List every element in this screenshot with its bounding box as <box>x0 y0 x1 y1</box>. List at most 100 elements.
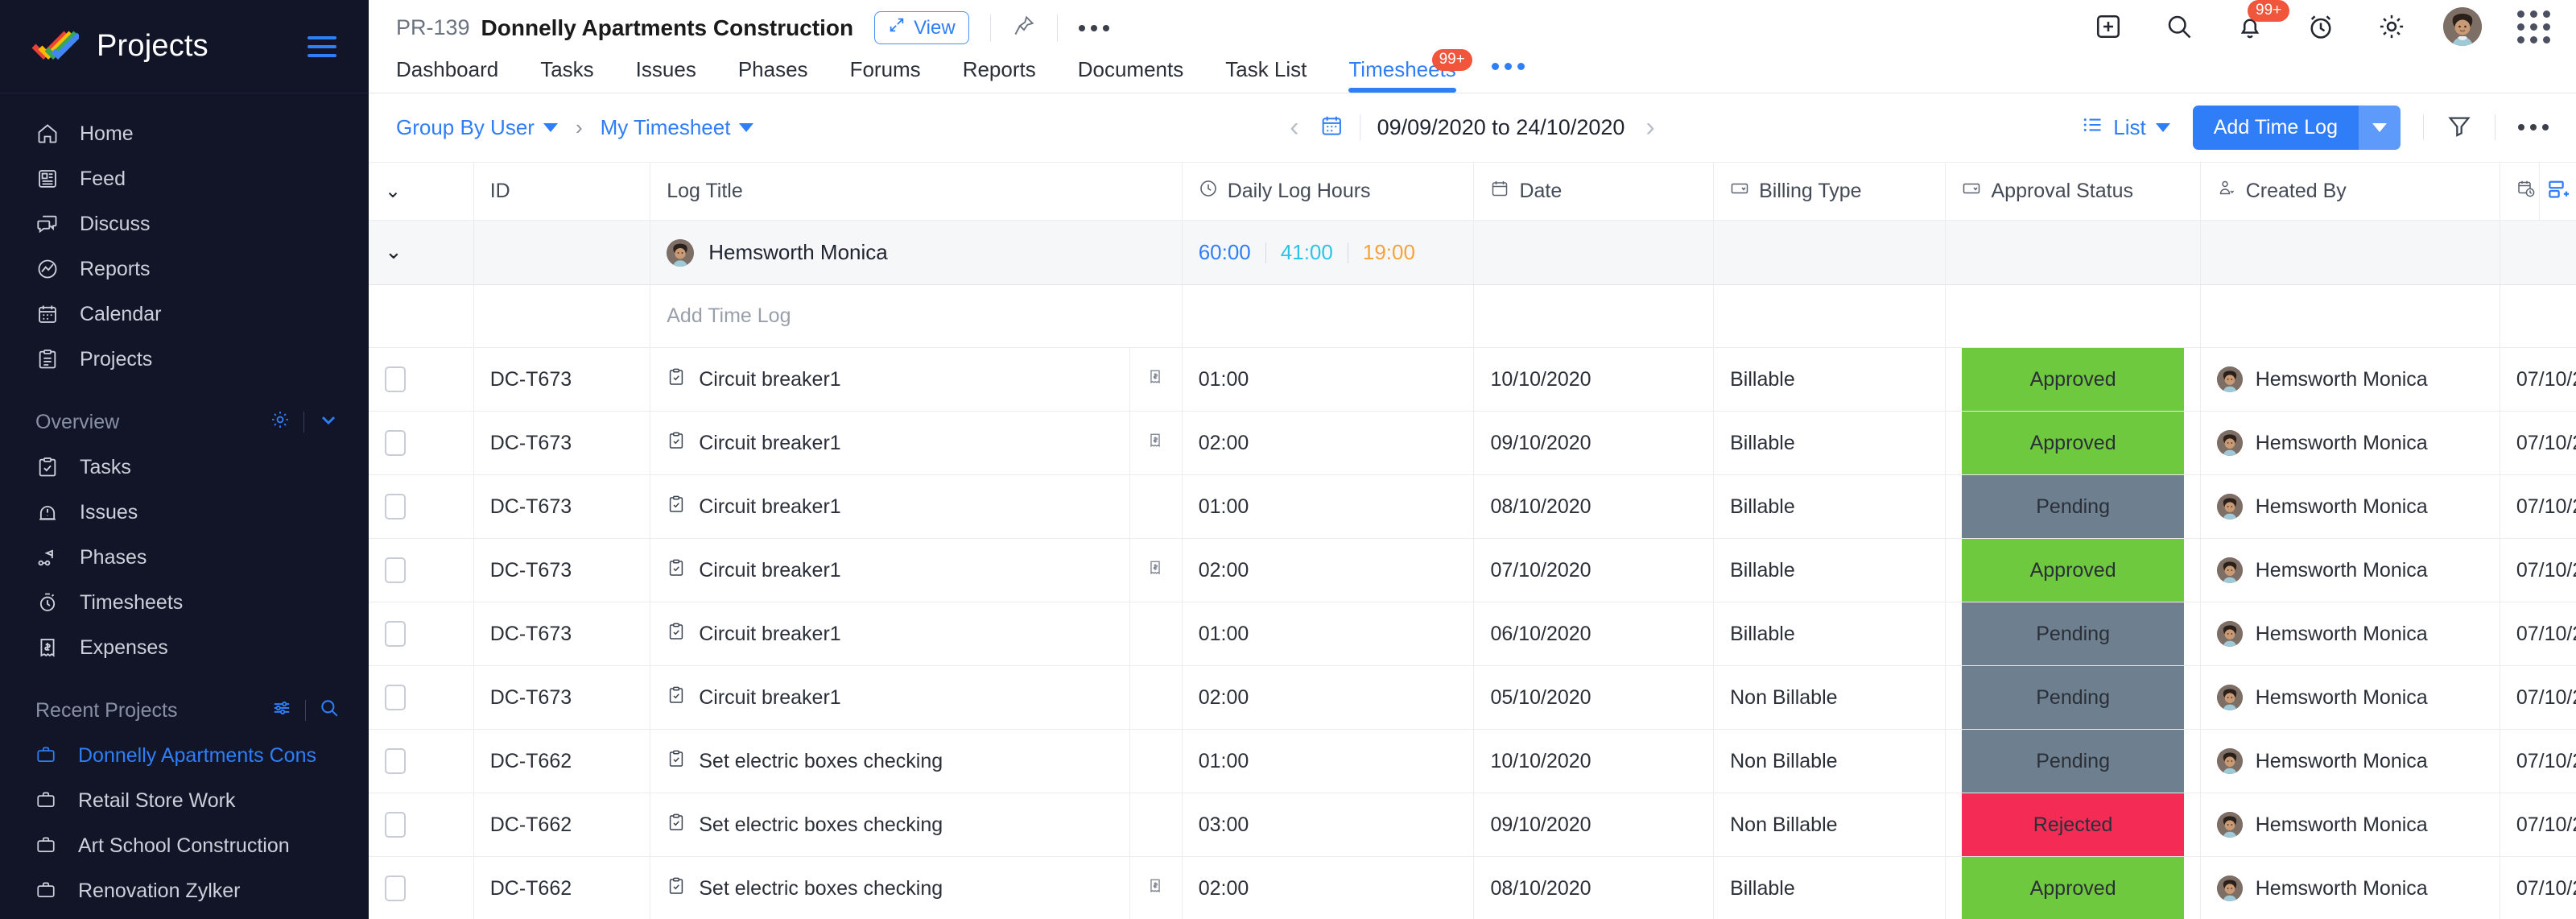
sidebar-item-reports[interactable]: Reports <box>0 246 369 292</box>
table-row[interactable]: DC-T673 Circuit breaker1 01:00 10/10/2020 Bi… <box>369 347 2576 412</box>
search-icon[interactable] <box>2162 10 2196 43</box>
row-billing-cell[interactable]: Billable <box>1713 538 1946 603</box>
list-view-dropdown[interactable]: List <box>2081 114 2170 142</box>
tab-forums[interactable]: Forums <box>829 57 942 93</box>
row-select-cell[interactable] <box>369 856 474 919</box>
row-billing-cell[interactable]: Billable <box>1713 411 1946 476</box>
add-icon[interactable] <box>2091 10 2125 43</box>
sidebar-item-projects[interactable]: Projects <box>0 337 369 382</box>
row-title-cell[interactable]: Set electric boxes checking <box>650 856 1130 919</box>
table-row[interactable]: DC-T662 Set electric boxes checking 01:00 1… <box>369 729 2576 794</box>
sidebar-project-renovation-zylker[interactable]: Renovation Zylker <box>0 868 369 913</box>
tab-timesheets[interactable]: Timesheets 99+ <box>1327 49 1476 93</box>
row-checkbox[interactable] <box>385 748 406 775</box>
search-icon[interactable] <box>319 698 340 724</box>
project-more-options-icon[interactable] <box>1078 24 1109 31</box>
row-approval-cell[interactable]: Pending <box>1945 729 2201 794</box>
row-select-cell[interactable] <box>369 665 474 731</box>
row-select-cell[interactable] <box>369 474 474 540</box>
row-checkbox[interactable] <box>385 430 406 457</box>
table-row[interactable]: DC-T673 Circuit breaker1 02:00 05/10/2020 No… <box>369 665 2576 731</box>
row-billing-cell[interactable]: Billable <box>1713 856 1946 919</box>
tab-task-list[interactable]: Task List <box>1204 57 1327 93</box>
tab-issues[interactable]: Issues <box>615 57 717 93</box>
sidebar-project-art-school-construction[interactable]: Art School Construction <box>0 823 369 868</box>
row-title-cell[interactable]: Set electric boxes checking <box>650 729 1130 794</box>
table-row[interactable]: DC-T662 Set electric boxes checking 03:00 0… <box>369 793 2576 858</box>
row-select-cell[interactable] <box>369 411 474 476</box>
tab-reports[interactable]: Reports <box>942 57 1057 93</box>
row-title-cell[interactable]: Circuit breaker1 <box>650 411 1130 476</box>
row-approval-cell[interactable]: Approved <box>1945 411 2201 476</box>
column-header-date[interactable]: Date <box>1473 162 1715 221</box>
table-row[interactable]: DC-T673 Circuit breaker1 01:00 06/10/2020 Bi… <box>369 602 2576 667</box>
row-billing-cell[interactable]: Billable <box>1713 474 1946 540</box>
avatar[interactable] <box>2443 7 2482 46</box>
sidebar-item-phases[interactable]: Phases <box>0 535 369 580</box>
next-period-button[interactable]: › <box>1641 114 1659 141</box>
add-column-button[interactable] <box>2539 162 2576 221</box>
timer-icon[interactable] <box>2304 10 2338 43</box>
sidebar-collapse-icon[interactable] <box>308 35 336 57</box>
row-select-cell[interactable] <box>369 793 474 858</box>
app-grid-icon[interactable] <box>2516 10 2550 43</box>
settings-gear-icon[interactable] <box>2375 10 2409 43</box>
table-row[interactable]: DC-T673 Circuit breaker1 02:00 09/10/2020 Bi… <box>369 411 2576 476</box>
sidebar-item-tasks[interactable]: Tasks <box>0 445 369 490</box>
row-checkbox[interactable] <box>385 366 406 393</box>
column-header-created-by[interactable]: Created By <box>2200 162 2500 221</box>
row-approval-cell[interactable]: Approved <box>1945 347 2201 412</box>
group-collapse-toggle[interactable]: ⌄ <box>369 220 474 286</box>
column-header-approval-status[interactable]: Approval Status <box>1945 162 2201 221</box>
table-row[interactable]: DC-T662 Set electric boxes checking 02:00 0… <box>369 856 2576 919</box>
timesheet-table-container[interactable]: ⌄ ID Log Title Daily Log Hours Date Bill… <box>369 162 2576 919</box>
row-checkbox[interactable] <box>385 685 406 711</box>
sidebar-item-issues[interactable]: Issues <box>0 490 369 535</box>
view-button[interactable]: View <box>874 11 969 45</box>
column-header-log-title[interactable]: Log Title <box>650 162 1183 221</box>
row-select-cell[interactable] <box>369 729 474 794</box>
tab-dashboard[interactable]: Dashboard <box>396 57 519 93</box>
table-row[interactable]: DC-T673 Circuit breaker1 02:00 07/10/2020 Bi… <box>369 538 2576 603</box>
tab-documents[interactable]: Documents <box>1057 57 1205 93</box>
filter-icon[interactable] <box>2446 113 2472 143</box>
row-checkbox[interactable] <box>385 557 406 584</box>
row-title-cell[interactable]: Circuit breaker1 <box>650 602 1130 667</box>
row-approval-cell[interactable]: Pending <box>1945 602 2201 667</box>
row-checkbox[interactable] <box>385 876 406 902</box>
sidebar-item-home[interactable]: Home <box>0 111 369 156</box>
toolbar-more-options-icon[interactable] <box>2518 124 2549 131</box>
tab-phases[interactable]: Phases <box>717 57 829 93</box>
row-billing-cell[interactable]: Billable <box>1713 602 1946 667</box>
row-approval-cell[interactable]: Pending <box>1945 474 2201 540</box>
sidebar-brand[interactable]: Projects <box>0 0 369 93</box>
notifications-bell-icon[interactable]: 99+ <box>2233 0 2290 43</box>
filter-settings-icon[interactable] <box>271 698 292 724</box>
add-time-log-dropdown[interactable] <box>2359 105 2401 150</box>
gear-icon[interactable] <box>270 409 291 436</box>
row-billing-cell[interactable]: Non Billable <box>1713 665 1946 731</box>
row-billing-cell[interactable]: Non Billable <box>1713 793 1946 858</box>
table-row[interactable]: DC-T673 Circuit breaker1 01:00 08/10/2020 Bi… <box>369 474 2576 540</box>
row-approval-cell[interactable]: Pending <box>1945 665 2201 731</box>
sidebar-item-timesheets[interactable]: Timesheets <box>0 580 369 625</box>
tab-tasks[interactable]: Tasks <box>519 57 614 93</box>
sidebar-item-expenses[interactable]: Expenses <box>0 625 369 670</box>
row-select-cell[interactable] <box>369 602 474 667</box>
row-select-cell[interactable] <box>369 347 474 412</box>
row-title-cell[interactable]: Circuit breaker1 <box>650 538 1130 603</box>
sidebar-item-discuss[interactable]: Discuss <box>0 201 369 246</box>
row-title-cell[interactable]: Circuit breaker1 <box>650 474 1130 540</box>
add-time-log-row[interactable]: Add Time Log <box>369 284 2576 349</box>
sidebar-project-retail-store-work[interactable]: Retail Store Work <box>0 778 369 823</box>
row-billing-cell[interactable]: Non Billable <box>1713 729 1946 794</box>
calendar-picker-icon[interactable] <box>1320 114 1344 142</box>
chevron-down-icon[interactable] <box>317 408 340 437</box>
row-checkbox[interactable] <box>385 621 406 648</box>
column-header-daily-log-hours[interactable]: Daily Log Hours <box>1182 162 1475 221</box>
row-title-cell[interactable]: Circuit breaker1 <box>650 347 1130 412</box>
tabs-more-icon[interactable] <box>1491 62 1525 70</box>
row-approval-cell[interactable]: Approved <box>1945 856 2201 919</box>
row-checkbox[interactable] <box>385 812 406 838</box>
my-timesheet-dropdown[interactable]: My Timesheet <box>601 115 754 140</box>
